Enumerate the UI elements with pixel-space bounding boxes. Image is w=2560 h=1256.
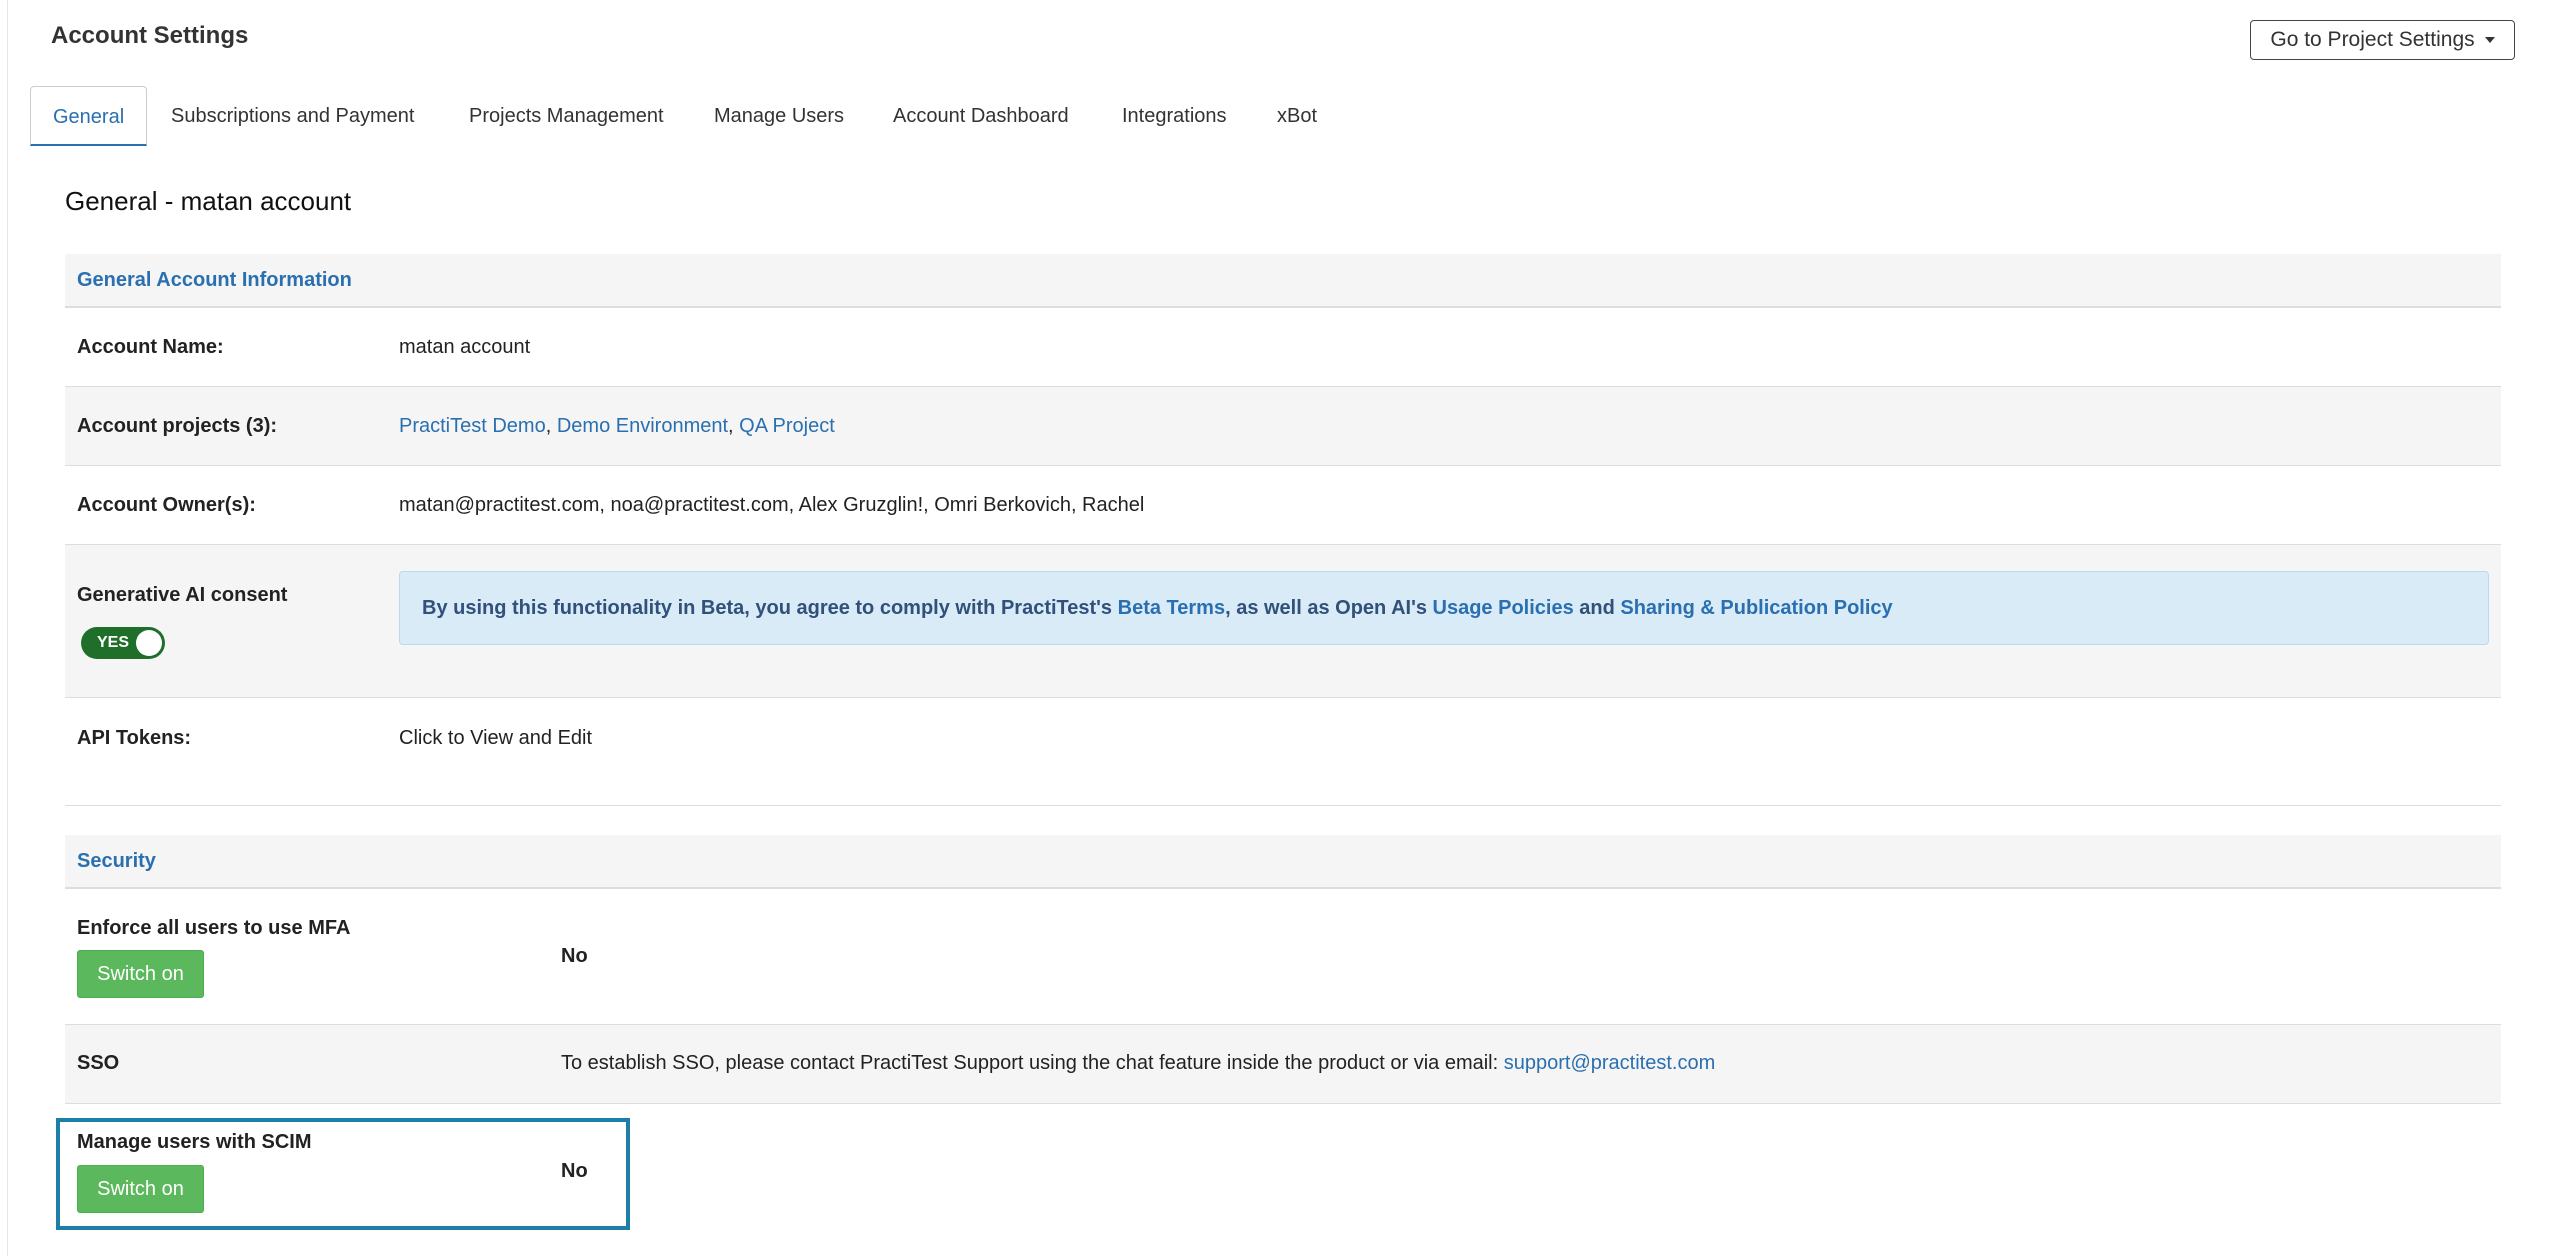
support-email-link[interactable]: support@practitest.com — [1504, 1052, 1716, 1074]
account-name-value: matan account — [399, 336, 531, 358]
tab-general[interactable]: General — [30, 86, 148, 146]
security-title: Security — [77, 850, 156, 872]
beta-terms-link[interactable]: Beta Terms — [1118, 597, 1225, 619]
scim-highlight-box — [56, 1118, 630, 1230]
toggle-label: YES — [97, 634, 130, 651]
sso-row: SSO To establish SSO, please contact Pra… — [65, 1025, 2501, 1104]
generative-ai-row: Generative AI consent YES By using this … — [65, 545, 2501, 698]
beta-terms-notice: By using this functionality in Beta, you… — [399, 571, 2489, 645]
generative-ai-toggle[interactable]: YES — [81, 627, 165, 659]
api-tokens-row: API Tokens: Click to View and Edit — [65, 698, 2501, 806]
toggle-knob — [136, 630, 162, 656]
go-to-project-settings-button[interactable]: Go to Project Settings — [2250, 20, 2515, 60]
account-projects-label: Account projects (3): — [77, 415, 278, 437]
sso-text: To establish SSO, please contact PractiT… — [561, 1052, 1716, 1074]
tab-label: Subscriptions and Payment — [171, 105, 415, 127]
sharing-publication-policy-link[interactable]: Sharing & Publication Policy — [1620, 597, 1892, 619]
separator: , — [545, 415, 557, 437]
project-link-practitest-demo[interactable]: PractiTest Demo — [399, 415, 546, 437]
account-name-row: Account Name: matan account — [65, 308, 2501, 387]
account-owners-label: Account Owner(s): — [77, 494, 256, 516]
generative-ai-label: Generative AI consent — [77, 584, 288, 606]
mfa-row: Enforce all users to use MFA Switch on N… — [65, 889, 2501, 1025]
general-info-title: General Account Information — [77, 269, 352, 291]
mfa-status: No — [561, 945, 588, 967]
tab-label: xBot — [1277, 105, 1318, 127]
separator: , — [728, 415, 740, 437]
usage-policies-link[interactable]: Usage Policies — [1433, 597, 1574, 619]
api-tokens-label: API Tokens: — [77, 727, 192, 749]
account-projects-list: PractiTest Demo, Demo Environment, QA Pr… — [399, 415, 835, 438]
project-settings-label: Go to Project Settings — [2270, 28, 2475, 51]
project-link-qa-project[interactable]: QA Project — [739, 415, 835, 437]
account-projects-row: Account projects (3): PractiTest Demo, D… — [65, 387, 2501, 466]
account-name-label: Account Name: — [77, 336, 224, 358]
general-info-header: General Account Information — [65, 254, 2501, 308]
mfa-switch-on-button[interactable]: Switch on — [77, 950, 204, 998]
notice-text: By using this functionality in Beta, you… — [422, 596, 1893, 619]
tab-label: Projects Management — [469, 105, 664, 127]
caret-down-icon — [2484, 37, 2495, 43]
mfa-label: Enforce all users to use MFA — [77, 917, 351, 939]
tab-xbot[interactable]: xBot — [1277, 86, 1317, 146]
tab-manage-users[interactable]: Manage Users — [714, 86, 844, 146]
settings-tabs: General Subscriptions and Payment Projec… — [30, 86, 2530, 146]
project-link-demo-environment[interactable]: Demo Environment — [557, 415, 728, 437]
page-heading: General - matan account — [65, 186, 352, 216]
tab-label: Manage Users — [714, 105, 845, 127]
tab-projects-management[interactable]: Projects Management — [469, 86, 664, 146]
tab-label: Account Dashboard — [893, 105, 1069, 127]
page-title: Account Settings — [51, 22, 249, 49]
tab-label: Integrations — [1122, 105, 1227, 127]
tab-label: General — [53, 106, 125, 128]
tab-account-dashboard[interactable]: Account Dashboard — [893, 86, 1069, 146]
security-header: Security — [65, 835, 2501, 889]
api-tokens-link[interactable]: Click to View and Edit — [399, 727, 592, 750]
account-owners-value: matan@practitest.com, noa@practitest.com… — [399, 494, 1145, 516]
sso-label: SSO — [77, 1052, 120, 1074]
account-owners-row: Account Owner(s): matan@practitest.com, … — [65, 466, 2501, 545]
tab-integrations[interactable]: Integrations — [1122, 86, 1227, 146]
tab-subscriptions-and-payment[interactable]: Subscriptions and Payment — [171, 86, 414, 146]
